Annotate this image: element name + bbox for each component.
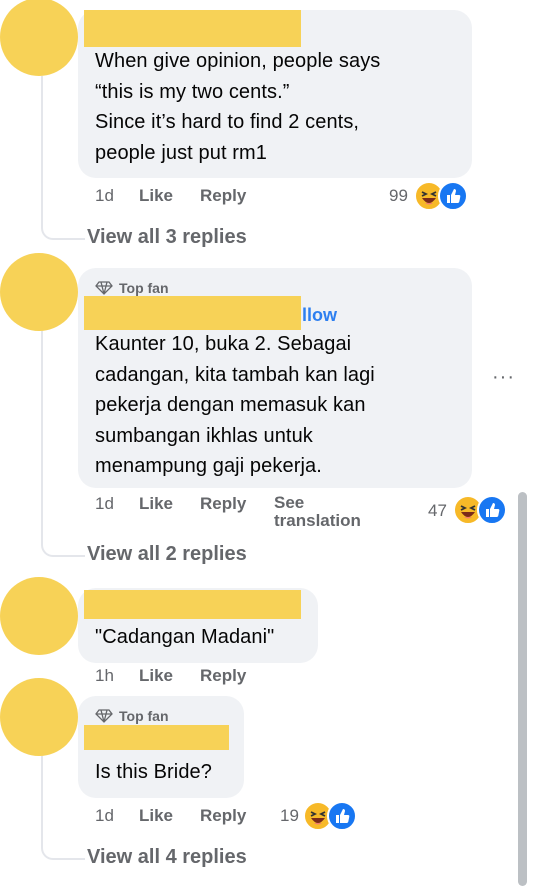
see-translation-link[interactable]: See translation (274, 494, 361, 530)
more-options-icon[interactable]: ··· (492, 366, 515, 389)
diamond-icon (95, 709, 113, 723)
like-reaction-icon[interactable] (477, 495, 507, 525)
redacted-author-name (84, 590, 301, 619)
comment-time[interactable]: 1d (95, 494, 114, 514)
comment-text: "Cadangan Madani" (95, 626, 275, 648)
reaction-count[interactable]: 19 (280, 806, 299, 826)
comment-text: Kaunter 10, buka 2. Sebagai cadangan, ki… (95, 333, 375, 477)
reaction-count[interactable]: 99 (389, 186, 408, 206)
reply-button[interactable]: Reply (200, 806, 246, 826)
top-fan-badge: Top fan (95, 708, 169, 724)
redacted-author-name (84, 10, 301, 47)
reply-button[interactable]: Reply (200, 494, 246, 514)
like-reaction-icon[interactable] (438, 181, 468, 211)
view-replies-link[interactable]: View all 4 replies (87, 846, 247, 869)
reaction-count[interactable]: 47 (428, 501, 447, 521)
comment-time[interactable]: 1d (95, 806, 114, 826)
reply-button[interactable]: Reply (200, 666, 246, 686)
comment-text: Is this Bride? (95, 761, 213, 783)
like-button[interactable]: Like (139, 806, 173, 826)
redacted-author-name (84, 296, 301, 330)
diamond-icon (95, 281, 113, 295)
avatar[interactable] (0, 253, 78, 331)
like-reaction-icon[interactable] (327, 801, 357, 831)
comment-time[interactable]: 1d (95, 186, 114, 206)
reply-button[interactable]: Reply (200, 186, 246, 206)
author-name-link[interactable]: llow (302, 305, 337, 326)
avatar[interactable] (0, 678, 78, 756)
comment-time[interactable]: 1h (95, 666, 114, 686)
top-fan-badge: Top fan (95, 280, 169, 296)
redacted-author-name (84, 725, 229, 750)
like-button[interactable]: Like (139, 186, 173, 206)
avatar[interactable] (0, 577, 78, 655)
scrollbar[interactable] (518, 492, 527, 886)
like-button[interactable]: Like (139, 666, 173, 686)
view-replies-link[interactable]: View all 3 replies (87, 226, 247, 249)
view-replies-link[interactable]: View all 2 replies (87, 543, 247, 566)
comment-text: When give opinion, people says “this is … (95, 50, 381, 164)
like-button[interactable]: Like (139, 494, 173, 514)
avatar[interactable] (0, 0, 78, 76)
